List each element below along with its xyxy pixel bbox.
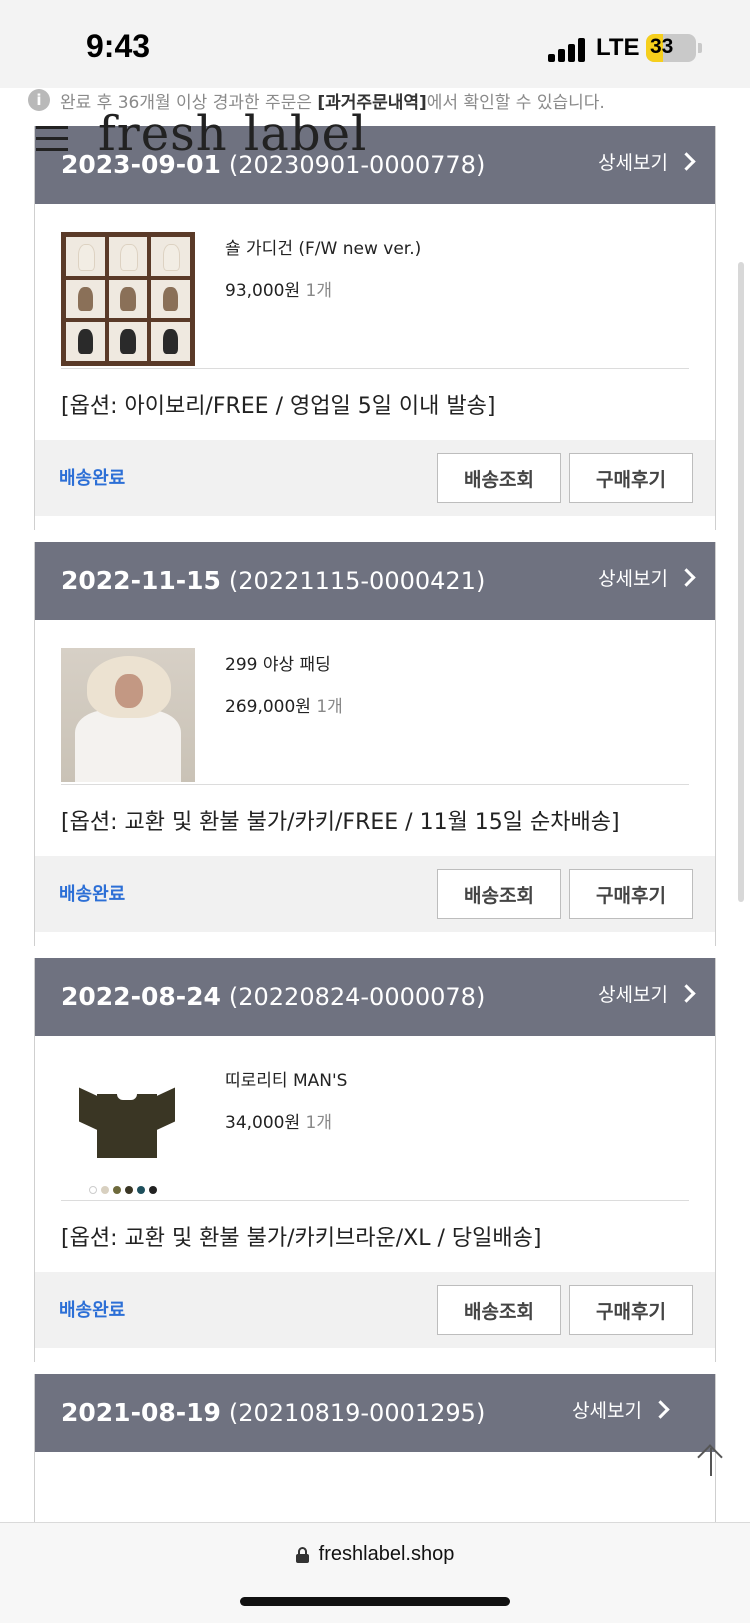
order-date-value: 2022-08-24 <box>61 982 221 1011</box>
address-bar[interactable]: freshlabel.shop <box>0 1543 750 1566</box>
order-number: (20220824-0000078) <box>228 983 486 1011</box>
order-detail-label: 상세보기 <box>598 568 668 590</box>
scrollbar[interactable] <box>738 262 744 902</box>
chevron-right-icon <box>677 984 696 1003</box>
order-detail-link[interactable]: 상세보기 <box>598 564 696 591</box>
divider <box>61 368 689 369</box>
price-value: 34,000원 <box>225 1113 301 1133</box>
quantity: 1개 <box>316 697 343 717</box>
color-swatch <box>89 1186 97 1194</box>
order-detail-label: 상세보기 <box>572 1400 642 1422</box>
product-price: 34,000원 1개 <box>225 1108 332 1133</box>
home-indicator[interactable] <box>240 1597 510 1606</box>
order-date: 2022-08-24 (20220824-0000078) <box>61 982 485 1011</box>
battery-tip <box>698 43 702 53</box>
divider <box>61 784 689 785</box>
battery-icon: 33 <box>646 34 696 62</box>
order-header: 2022-08-24 (20220824-0000078) 상세보기 <box>35 958 715 1036</box>
order-card: 2022-08-24 (20220824-0000078) 상세보기 띠로리티 … <box>34 958 716 1362</box>
order-header: 2021-08-19 (20210819-0001295) 상세보기 <box>35 1374 715 1452</box>
browser-bottom-bar: freshlabel.shop <box>0 1522 750 1623</box>
order-date-value: 2022-11-15 <box>61 566 221 595</box>
delivery-status: 배송완료 <box>59 884 126 905</box>
order-detail-label: 상세보기 <box>598 984 668 1006</box>
track-delivery-button[interactable]: 배송조회 <box>437 869 561 919</box>
menu-icon[interactable] <box>36 126 68 152</box>
order-card: 2023-09-01 (20230901-0000778) 상세보기 숄 가디건… <box>34 126 716 530</box>
product-options: [옵션: 교환 및 환불 불가/카키/FREE / 11월 15일 순차배송] <box>61 810 620 835</box>
product-options: [옵션: 아이보리/FREE / 영업일 5일 이내 발송] <box>61 394 496 419</box>
product-options: [옵션: 교환 및 환불 불가/카키브라운/XL / 당일배송] <box>61 1226 542 1251</box>
chevron-right-icon <box>677 152 696 171</box>
order-number: (20221115-0000421) <box>228 567 486 595</box>
network-type: LTE <box>596 34 640 61</box>
color-swatches <box>89 1186 157 1194</box>
order-body: 299 야상 패딩 269,000원 1개 [옵션: 교환 및 환불 불가/카키… <box>35 620 715 856</box>
write-review-button[interactable]: 구매후기 <box>569 1285 693 1335</box>
order-card: 2022-11-15 (20221115-0000421) 상세보기 299 야… <box>34 542 716 946</box>
quantity: 1개 <box>305 281 332 301</box>
product-name[interactable]: 숄 가디건 (F/W new ver.) <box>225 234 421 259</box>
shawl-cardigan-image[interactable] <box>61 232 195 366</box>
product-name[interactable]: 299 야상 패딩 <box>225 650 331 675</box>
order-body: 띠로리티 MAN'S 34,000원 1개 [옵션: 교환 및 환불 불가/카키… <box>35 1036 715 1272</box>
signal-icon <box>548 38 586 62</box>
order-footer: 배송완료 배송조회 구매후기 <box>35 856 715 932</box>
quantity: 1개 <box>305 1113 332 1133</box>
order-date-value: 2021-08-19 <box>61 1398 221 1427</box>
write-review-button[interactable]: 구매후기 <box>569 453 693 503</box>
order-detail-label: 상세보기 <box>598 152 668 174</box>
notice-suffix: 에서 확인할 수 있습니다. <box>426 92 605 113</box>
delivery-status: 배송완료 <box>59 468 126 489</box>
order-date: 2022-11-15 (20221115-0000421) <box>61 566 485 595</box>
chevron-right-icon <box>677 568 696 587</box>
track-delivery-button[interactable]: 배송조회 <box>437 453 561 503</box>
site-logo[interactable]: fresh label <box>98 106 367 162</box>
price-value: 269,000원 <box>225 697 311 717</box>
tshirt-image[interactable] <box>61 1064 195 1198</box>
order-number: (20210819-0001295) <box>228 1399 486 1427</box>
product-name[interactable]: 띠로리티 MAN'S <box>225 1066 347 1091</box>
color-swatch <box>113 1186 121 1194</box>
product-price: 93,000원 1개 <box>225 276 332 301</box>
color-swatch <box>101 1186 109 1194</box>
order-footer: 배송완료 배송조회 구매후기 <box>35 440 715 516</box>
order-card: 2021-08-19 (20210819-0001295) 상세보기 <box>34 1374 716 1522</box>
lock-icon <box>295 1546 309 1563</box>
write-review-button[interactable]: 구매후기 <box>569 869 693 919</box>
status-bar: 9:43 LTE 33 <box>0 0 750 88</box>
price-value: 93,000원 <box>225 281 301 301</box>
order-body: 숄 가디건 (F/W new ver.) 93,000원 1개 [옵션: 아이보… <box>35 204 715 440</box>
order-detail-link[interactable]: 상세보기 <box>572 1396 670 1423</box>
padding-jacket-image[interactable] <box>61 648 195 782</box>
track-delivery-button[interactable]: 배송조회 <box>437 1285 561 1335</box>
scroll-to-top-icon[interactable] <box>696 1444 726 1478</box>
status-time: 9:43 <box>86 28 151 64</box>
divider <box>61 1200 689 1201</box>
order-detail-link[interactable]: 상세보기 <box>598 148 696 175</box>
color-swatch <box>125 1186 133 1194</box>
url-text: freshlabel.shop <box>318 1543 455 1565</box>
product-price: 269,000원 1개 <box>225 692 343 717</box>
order-date: 2021-08-19 (20210819-0001295) <box>61 1398 485 1427</box>
info-icon: i <box>28 89 50 111</box>
color-swatch <box>149 1186 157 1194</box>
battery-percent: 33 <box>650 35 674 58</box>
delivery-status: 배송완료 <box>59 1300 126 1321</box>
chevron-right-icon <box>651 1400 670 1419</box>
order-footer: 배송완료 배송조회 구매후기 <box>35 1272 715 1348</box>
order-detail-link[interactable]: 상세보기 <box>598 980 696 1007</box>
color-swatch <box>137 1186 145 1194</box>
order-header: 2022-11-15 (20221115-0000421) 상세보기 <box>35 542 715 620</box>
